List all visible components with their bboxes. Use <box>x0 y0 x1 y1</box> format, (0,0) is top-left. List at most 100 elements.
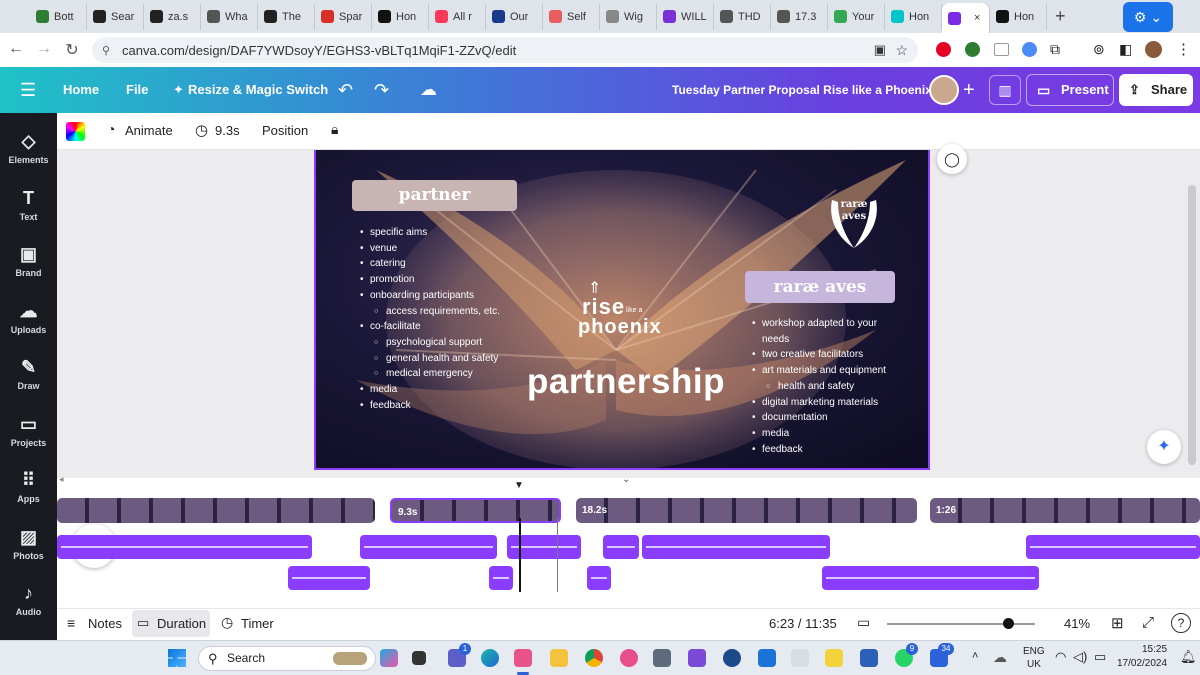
share-button[interactable]: ⇪ Share <box>1119 74 1193 106</box>
profile-avatar[interactable] <box>1145 41 1162 58</box>
partnership-title[interactable]: partnership <box>511 362 741 402</box>
extension-window-icon[interactable] <box>994 43 1009 56</box>
cloud-save-icon[interactable]: ☁ <box>420 67 437 113</box>
browser-tab[interactable]: Self <box>543 3 600 30</box>
rail-item-photos[interactable]: ▨ Photos <box>0 527 57 561</box>
copilot-taskbar-icon[interactable] <box>380 649 398 667</box>
snipping-tool-icon[interactable] <box>514 649 532 667</box>
browser-tab[interactable]: × <box>942 3 990 33</box>
outlook-icon[interactable] <box>758 649 776 667</box>
rarae-aves-logo[interactable]: raræ aves <box>824 190 884 252</box>
browser-tab[interactable]: Hon <box>372 3 429 30</box>
rail-item-text[interactable]: T Text <box>0 188 57 222</box>
copilot-icon[interactable]: ⊚ <box>1093 41 1105 58</box>
audio-track[interactable] <box>288 566 370 590</box>
redo-icon[interactable]: ↷ <box>374 67 389 113</box>
extensions-icon[interactable]: ⧉ <box>1050 41 1060 58</box>
duration-button[interactable]: 9.3s <box>215 123 240 138</box>
audio-track[interactable] <box>489 566 513 590</box>
pinterest-extension-icon[interactable] <box>936 42 951 57</box>
taskbar-search-box[interactable]: ⚲ Search <box>198 646 376 671</box>
playhead-line[interactable] <box>519 518 521 592</box>
resize-button[interactable]: Resize & Magic Switch <box>188 67 328 113</box>
rail-item-apps[interactable]: ⠿ Apps <box>0 470 57 504</box>
rail-item-elements[interactable]: ◇ Elements <box>0 131 57 165</box>
word-icon[interactable] <box>860 649 878 667</box>
rail-item-uploads[interactable]: ☁ Uploads <box>0 301 57 335</box>
browser-tab[interactable]: The <box>258 3 315 30</box>
close-tab-icon[interactable]: × <box>974 12 980 24</box>
battery-icon[interactable]: ▭ <box>1094 649 1106 665</box>
onedrive-icon[interactable]: ☁ <box>993 649 1007 666</box>
new-tab-button[interactable]: + <box>1055 6 1066 27</box>
bookmark-star-icon[interactable]: ☆ <box>895 42 908 59</box>
browser-tab[interactable]: WILL <box>657 3 714 30</box>
browser-tab[interactable]: Wha <box>201 3 258 30</box>
position-button[interactable]: Position <box>262 123 308 138</box>
calculator-icon[interactable] <box>653 649 671 667</box>
audio-track[interactable] <box>587 566 611 590</box>
animate-button[interactable]: Animate <box>125 123 173 138</box>
slide-canvas[interactable]: partner specific aimsvenuecateringpromot… <box>314 150 930 470</box>
fullscreen-icon[interactable]: ⤢ <box>1142 614 1154 631</box>
back-icon[interactable]: ← <box>2 40 30 58</box>
extension-puzzle-icon[interactable]: ⚙ ⌄ <box>1123 2 1173 32</box>
rail-item-projects[interactable]: ▭ Projects <box>0 414 57 448</box>
file-button[interactable]: File <box>126 67 148 113</box>
audio-track[interactable] <box>822 566 1039 590</box>
design-title[interactable]: Tuesday Partner Proposal Rise like a Pho… <box>672 67 932 113</box>
language-line2[interactable]: UK <box>1027 659 1041 670</box>
clip-page-1[interactable] <box>57 498 375 523</box>
more-menu-icon[interactable]: ⋮ <box>1176 40 1191 58</box>
q-app-icon[interactable] <box>723 649 741 667</box>
rail-item-audio[interactable]: ♪ Audio <box>0 583 57 617</box>
audio-track[interactable] <box>360 535 497 559</box>
page-view-icon[interactable]: ▭ <box>857 614 870 631</box>
language-line1[interactable]: ENG <box>1023 646 1045 657</box>
browser-tab[interactable]: THD <box>714 3 771 30</box>
task-view-icon[interactable] <box>412 651 426 665</box>
volume-icon[interactable]: ◁) <box>1073 649 1087 665</box>
color-picker-icon[interactable] <box>66 122 85 141</box>
extension-translate-icon[interactable] <box>1022 42 1037 57</box>
sidebar-icon[interactable]: ◧ <box>1119 41 1132 58</box>
reload-icon[interactable]: ↻ <box>58 40 86 60</box>
browser-tab[interactable]: za.s <box>144 3 201 30</box>
audio-track[interactable] <box>57 535 312 559</box>
file-explorer-icon[interactable] <box>550 649 568 667</box>
insights-icon[interactable]: ▥ <box>989 75 1021 105</box>
rarae-aves-bullet-list[interactable]: workshop adapted to yourneeds two creativ… <box>752 316 922 457</box>
magic-assistant-button[interactable]: ✦ <box>1147 430 1181 464</box>
notes-button[interactable]: Notes <box>88 616 122 631</box>
edge-icon[interactable] <box>481 649 499 667</box>
fw-app-icon[interactable] <box>688 649 706 667</box>
wifi-icon[interactable]: ◠ <box>1055 649 1066 665</box>
audio-track[interactable] <box>603 535 639 559</box>
sticky-notes-icon[interactable] <box>825 649 843 667</box>
clip-page-4[interactable]: 1:26 <box>930 498 1200 523</box>
browser-tab[interactable]: Hon <box>885 3 942 30</box>
rail-item-brand[interactable]: ▣ Brand <box>0 244 57 278</box>
audio-track[interactable] <box>1026 535 1200 559</box>
lock-icon[interactable]: 🔒︎ <box>331 121 338 138</box>
six-app-icon[interactable] <box>791 649 809 667</box>
menu-icon[interactable]: ☰ <box>20 67 36 113</box>
clock-date[interactable]: 17/02/2024 <box>1117 658 1167 669</box>
browser-tab[interactable]: 17.3 <box>771 3 828 30</box>
browser-tab[interactable]: Our <box>486 3 543 30</box>
browser-tab[interactable]: Your <box>828 3 885 30</box>
partner-heading[interactable]: partner <box>352 180 517 211</box>
playhead-marker-icon[interactable]: ▼ <box>514 480 524 491</box>
site-info-icon[interactable]: ⚲ <box>102 44 110 57</box>
forward-icon[interactable]: → <box>30 40 58 58</box>
zoom-percent[interactable]: 41% <box>1064 616 1090 631</box>
audio-track[interactable] <box>642 535 830 559</box>
browser-tab[interactable]: Spar <box>315 3 372 30</box>
add-collaborator-icon[interactable]: + <box>963 67 975 113</box>
rise-like-a-phoenix-logo[interactable]: ⇑ rise like a phoenix <box>578 278 678 348</box>
tray-chevron-icon[interactable]: ˄ <box>972 650 978 662</box>
clip-page-2-selected[interactable]: 9.3s <box>390 498 561 523</box>
zoom-slider-thumb[interactable] <box>1002 618 1014 629</box>
install-app-icon[interactable]: ▣ <box>874 42 886 58</box>
undo-icon[interactable]: ↶ <box>338 67 353 113</box>
